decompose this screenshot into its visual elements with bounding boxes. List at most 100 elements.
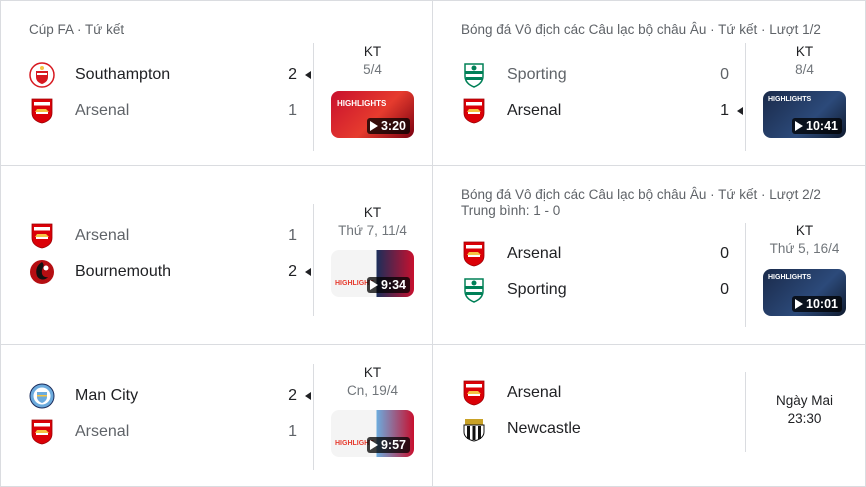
home-team-row: Sporting 0: [461, 62, 743, 88]
home-team-row: Southampton 2: [29, 62, 311, 88]
match-card[interactable]: Cúp FA · Tứ kết Southampton 2 Arsenal 1 …: [0, 0, 433, 166]
video-duration: 10:41: [792, 118, 842, 134]
play-icon: [795, 299, 804, 309]
match-status: KT 5/4: [314, 43, 431, 79]
arsenal-crest-icon: [29, 98, 55, 124]
match-time: 23:30: [787, 411, 822, 426]
team-name: Newcastle: [507, 420, 581, 437]
home-team-row: Man City 2: [29, 383, 311, 409]
status-label: KT: [363, 365, 382, 380]
status-label: KT: [795, 44, 814, 59]
team-name: Sporting: [507, 281, 567, 298]
arsenal-crest-icon: [29, 419, 55, 445]
competition-label: Bóng đá Vô địch các Câu lạc bộ châu Âu ·…: [461, 22, 821, 37]
home-team-row: Arsenal: [461, 380, 743, 406]
matches-grid: Cúp FA · Tứ kết Southampton 2 Arsenal 1 …: [0, 0, 866, 487]
team-score: 2: [288, 66, 297, 83]
team-score: 1: [720, 102, 729, 119]
team-name: Arsenal: [507, 102, 562, 119]
match-card[interactable]: Arsenal Newcastle Ngày Mai 23:30: [432, 344, 866, 487]
team-name: Sporting: [507, 66, 567, 83]
mancity-crest-icon: [29, 383, 55, 409]
away-team-row: Sporting 0: [461, 277, 743, 303]
team-name: Southampton: [75, 66, 171, 83]
match-date: 8/4: [795, 62, 814, 77]
team-score: 0: [720, 245, 729, 262]
play-icon: [795, 121, 804, 131]
competition-label: Cúp FA · Tứ kết: [29, 22, 125, 37]
status-label: KT: [363, 44, 382, 59]
aggregate-label: Trung bình: 1 - 0: [461, 203, 561, 218]
team-score: 2: [288, 387, 297, 404]
competition-label: Bóng đá Vô địch các Câu lạc bộ châu Âu ·…: [461, 187, 821, 202]
match-card[interactable]: Man City 2 Arsenal 1 KT Cn, 19/4 HIGHLIG…: [0, 344, 433, 487]
team-score: 0: [720, 66, 729, 83]
duration-text: 9:34: [380, 278, 406, 292]
video-duration: 10:01: [792, 296, 842, 312]
away-team-row: Bournemouth 2: [29, 259, 311, 285]
video-duration: 9:57: [366, 437, 410, 453]
duration-text: 3:20: [380, 119, 406, 133]
arsenal-crest-icon: [29, 223, 55, 249]
sporting-crest-icon: [461, 277, 487, 303]
team-score: 1: [288, 102, 297, 119]
team-name: Bournemouth: [75, 263, 172, 280]
bournemouth-crest-icon: [29, 259, 55, 285]
highlight-video-thumbnail[interactable]: HIGHLIGHTS 3:20: [331, 91, 414, 138]
video-duration: 3:20: [366, 118, 410, 134]
match-date: Cn, 19/4: [346, 383, 399, 398]
winner-arrow-icon: [305, 392, 311, 400]
match-status: KT Thứ 5, 16/4: [746, 222, 863, 258]
status-label: KT: [795, 223, 814, 238]
winner-arrow-icon: [305, 71, 311, 79]
arsenal-crest-icon: [461, 98, 487, 124]
match-status: KT Cn, 19/4: [314, 364, 431, 400]
duration-text: 9:57: [380, 438, 406, 452]
winner-arrow-icon: [305, 268, 311, 276]
home-team-row: Arsenal 1: [29, 223, 311, 249]
match-status: Ngày Mai 23:30: [746, 392, 863, 428]
thumbnail-text: HIGHLIGHTS: [768, 274, 812, 281]
team-name: Arsenal: [75, 102, 130, 119]
highlight-video-thumbnail[interactable]: HIGHLIGHT 9:34: [331, 250, 414, 297]
status-label: KT: [363, 205, 382, 220]
match-card[interactable]: Bóng đá Vô địch các Câu lạc bộ châu Âu ·…: [432, 165, 866, 345]
team-name: Arsenal: [75, 227, 130, 244]
match-date: 5/4: [363, 62, 382, 77]
team-name: Arsenal: [507, 384, 562, 401]
arsenal-crest-icon: [461, 241, 487, 267]
highlight-video-thumbnail[interactable]: HIGHLIGHTS 10:01: [763, 269, 846, 316]
away-team-row: Arsenal 1: [461, 98, 743, 124]
thumbnail-text: HIGHLIGHTS: [337, 99, 387, 108]
arsenal-crest-icon: [461, 380, 487, 406]
sporting-crest-icon: [461, 62, 487, 88]
team-score: 2: [288, 263, 297, 280]
match-day: Ngày Mai: [775, 393, 834, 408]
highlight-video-thumbnail[interactable]: HIGHLIGHT 9:57: [331, 410, 414, 457]
away-team-row: Arsenal 1: [29, 419, 311, 445]
match-card[interactable]: Bóng đá Vô địch các Câu lạc bộ châu Âu ·…: [432, 0, 866, 166]
winner-arrow-icon: [737, 107, 743, 115]
play-icon: [369, 121, 378, 131]
team-score: 1: [288, 423, 297, 440]
video-duration: 9:34: [366, 277, 410, 293]
match-date: Thứ 7, 11/4: [338, 223, 407, 238]
play-icon: [369, 440, 378, 450]
thumbnail-text: HIGHLIGHTS: [768, 96, 812, 103]
away-team-row: Arsenal 1: [29, 98, 311, 124]
southampton-crest-icon: [29, 62, 55, 88]
away-team-row: Newcastle: [461, 416, 743, 442]
team-name: Man City: [75, 387, 139, 404]
team-name: Arsenal: [507, 245, 562, 262]
team-score: 1: [288, 227, 297, 244]
team-name: Arsenal: [75, 423, 130, 440]
play-icon: [369, 280, 378, 290]
match-status: KT 8/4: [746, 43, 863, 79]
match-date: Thứ 5, 16/4: [769, 241, 840, 256]
duration-text: 10:01: [806, 297, 838, 311]
match-status: KT Thứ 7, 11/4: [314, 204, 431, 240]
highlight-video-thumbnail[interactable]: HIGHLIGHTS 10:41: [763, 91, 846, 138]
match-card[interactable]: Arsenal 1 Bournemouth 2 KT Thứ 7, 11/4 H…: [0, 165, 433, 345]
home-team-row: Arsenal 0: [461, 241, 743, 267]
duration-text: 10:41: [806, 119, 838, 133]
